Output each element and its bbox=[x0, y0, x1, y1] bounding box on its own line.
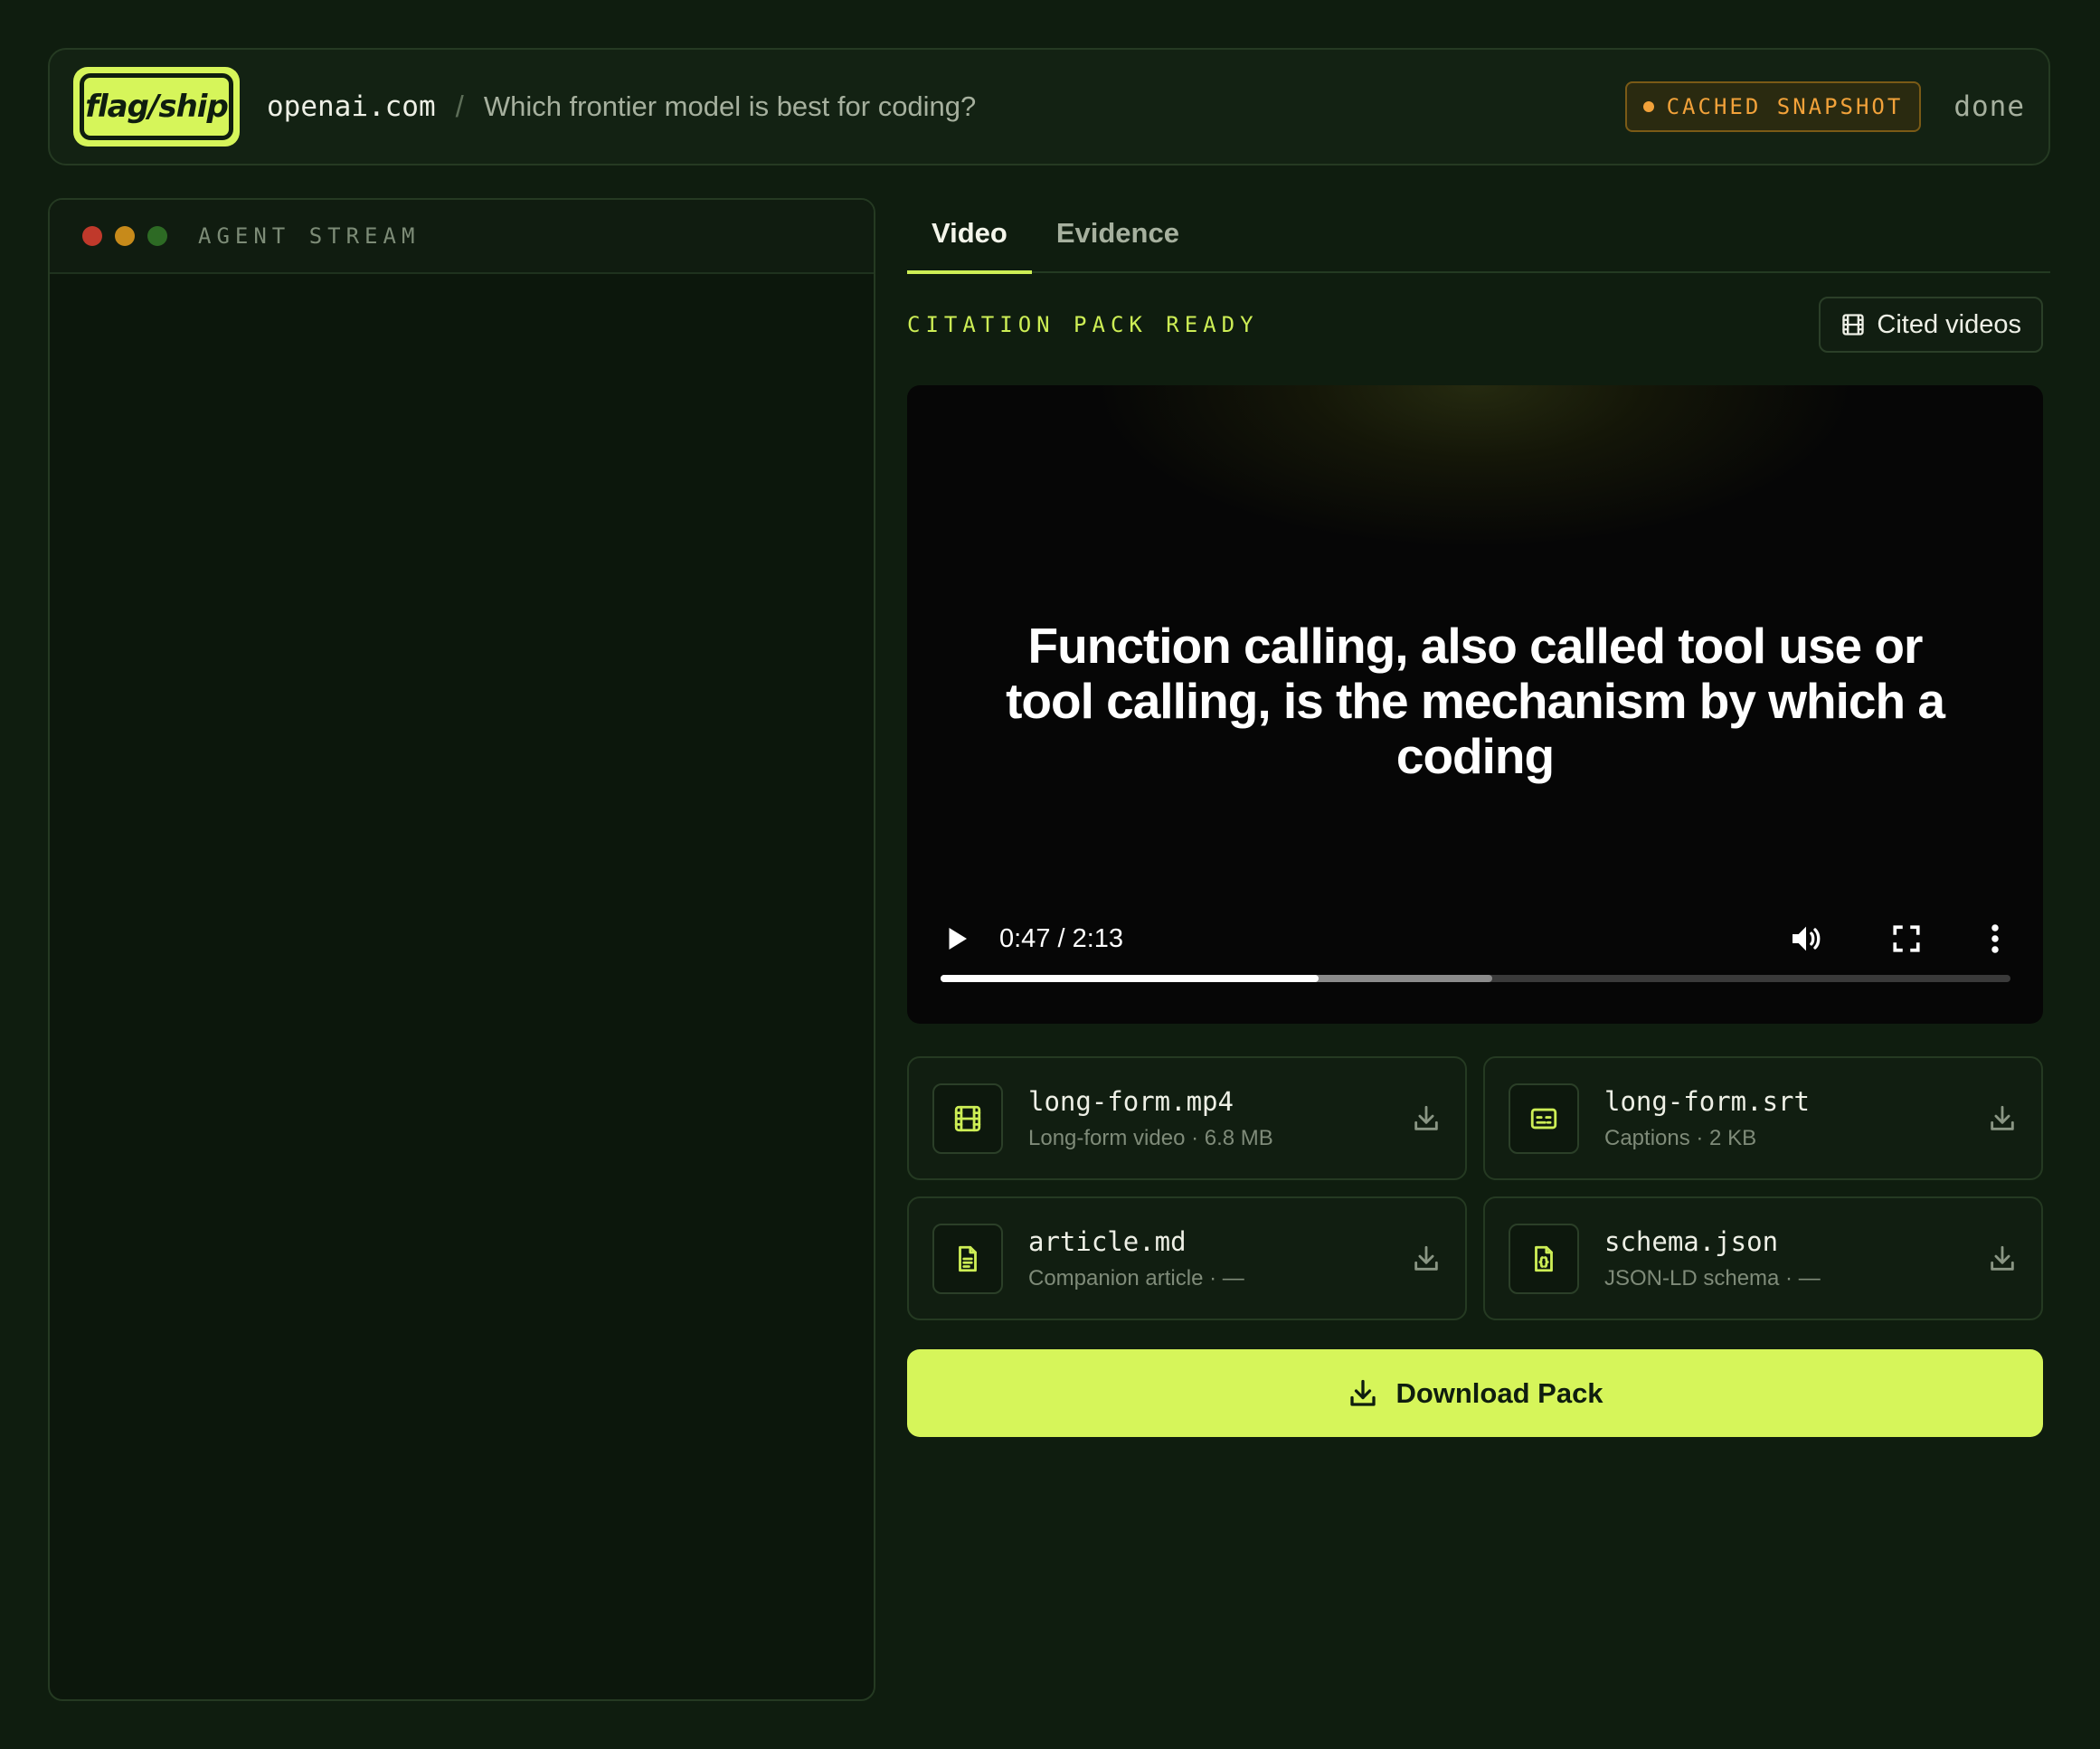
agent-stream-title: AGENT STREAM bbox=[198, 223, 421, 249]
file-download-button[interactable] bbox=[1987, 1243, 2018, 1274]
agent-stream-header: AGENT STREAM bbox=[50, 200, 874, 274]
flagship-logo[interactable]: flag/ship bbox=[73, 67, 240, 147]
file-list: long-form.mp4 Long-form video · 6.8 MB l… bbox=[907, 1056, 2043, 1320]
run-status: done bbox=[1953, 90, 2025, 123]
play-icon[interactable] bbox=[940, 922, 972, 955]
breadcrumb-question: Which frontier model is best for coding? bbox=[483, 90, 977, 122]
video-player[interactable]: Function calling, also called tool use o… bbox=[907, 385, 2043, 1024]
window-dot-red-icon bbox=[82, 226, 102, 246]
tab-evidence[interactable]: Evidence bbox=[1032, 201, 1204, 273]
file-icon-wrap bbox=[1509, 1223, 1579, 1294]
file-meta: Long-form video · 6.8 MB bbox=[1028, 1125, 1273, 1150]
agent-stream-panel: AGENT STREAM bbox=[48, 198, 875, 1701]
file-name: long-form.srt bbox=[1604, 1085, 1810, 1117]
cached-snapshot-badge: CACHED SNAPSHOT bbox=[1624, 81, 1922, 132]
breadcrumb: openai.com / Which frontier model is bes… bbox=[267, 90, 976, 124]
more-options-icon[interactable] bbox=[1989, 922, 2001, 955]
download-icon bbox=[1414, 1245, 1438, 1271]
video-controls: 0:47 / 2:13 bbox=[940, 903, 2010, 975]
file-download-button[interactable] bbox=[1411, 1103, 1442, 1134]
file-card-long-form-mp4[interactable]: long-form.mp4 Long-form video · 6.8 MB bbox=[907, 1056, 1467, 1180]
film-icon bbox=[1842, 314, 1865, 336]
video-played-bar bbox=[941, 975, 1320, 982]
file-meta: Companion article · — bbox=[1028, 1265, 1244, 1290]
download-icon bbox=[1991, 1105, 2014, 1130]
file-name: long-form.mp4 bbox=[1028, 1085, 1234, 1117]
json-file-icon bbox=[1535, 1245, 1553, 1272]
tab-bar: Video Evidence bbox=[907, 201, 2050, 274]
video-progress-bar[interactable] bbox=[941, 975, 2010, 982]
file-icon-wrap bbox=[932, 1223, 1003, 1294]
file-icon-wrap bbox=[1509, 1082, 1579, 1154]
video-caption: Function calling, also called tool use o… bbox=[1006, 618, 1945, 784]
pack-row: CITATION PACK READY Cited videos bbox=[907, 297, 2043, 353]
film-icon bbox=[954, 1105, 981, 1131]
file-name: article.md bbox=[1028, 1225, 1187, 1257]
window-dot-amber-icon bbox=[115, 226, 135, 246]
file-text: long-form.mp4 Long-form video · 6.8 MB bbox=[1028, 1086, 1273, 1151]
video-controls-right bbox=[1788, 921, 2001, 957]
tab-video[interactable]: Video bbox=[907, 201, 1032, 274]
download-pack-label: Download Pack bbox=[1395, 1376, 1603, 1409]
breadcrumb-separator: / bbox=[455, 90, 464, 123]
window-dot-green-icon bbox=[147, 226, 167, 246]
file-download-button[interactable] bbox=[1411, 1243, 1442, 1274]
fullscreen-icon[interactable] bbox=[1891, 923, 1922, 954]
file-text: schema.json JSON-LD schema · — bbox=[1604, 1226, 1821, 1291]
download-icon bbox=[1991, 1245, 2014, 1271]
badge-label: CACHED SNAPSHOT bbox=[1666, 94, 1904, 119]
breadcrumb-domain[interactable]: openai.com bbox=[267, 90, 436, 123]
download-icon bbox=[1414, 1105, 1438, 1130]
citation-pack-status: CITATION PACK READY bbox=[907, 312, 1259, 337]
volume-icon[interactable] bbox=[1788, 921, 1824, 957]
captions-icon bbox=[1530, 1108, 1557, 1129]
document-icon bbox=[959, 1245, 977, 1272]
file-text: article.md Companion article · — bbox=[1028, 1226, 1244, 1291]
download-icon bbox=[1350, 1379, 1376, 1406]
file-card-schema-json[interactable]: schema.json JSON-LD schema · — bbox=[1483, 1196, 2043, 1320]
file-name: schema.json bbox=[1604, 1225, 1779, 1257]
logo-text: flag/ship bbox=[80, 73, 233, 140]
file-card-article-md[interactable]: article.md Companion article · — bbox=[907, 1196, 1467, 1320]
file-download-button[interactable] bbox=[1987, 1103, 2018, 1134]
top-header: flag/ship openai.com / Which frontier mo… bbox=[48, 48, 2050, 165]
file-card-long-form-srt[interactable]: long-form.srt Captions · 2 KB bbox=[1483, 1056, 2043, 1180]
video-time: 0:47 / 2:13 bbox=[999, 923, 1124, 953]
file-meta: Captions · 2 KB bbox=[1604, 1125, 1757, 1150]
status-dot-icon bbox=[1642, 101, 1654, 112]
download-pack-button[interactable]: Download Pack bbox=[907, 1349, 2043, 1437]
cited-videos-label: Cited videos bbox=[1877, 309, 2021, 339]
file-meta: JSON-LD schema · — bbox=[1604, 1265, 1821, 1290]
header-right: CACHED SNAPSHOT done bbox=[1624, 81, 2025, 132]
cited-videos-button[interactable]: Cited videos bbox=[1819, 297, 2043, 353]
file-text: long-form.srt Captions · 2 KB bbox=[1604, 1086, 1810, 1151]
file-icon-wrap bbox=[932, 1082, 1003, 1154]
